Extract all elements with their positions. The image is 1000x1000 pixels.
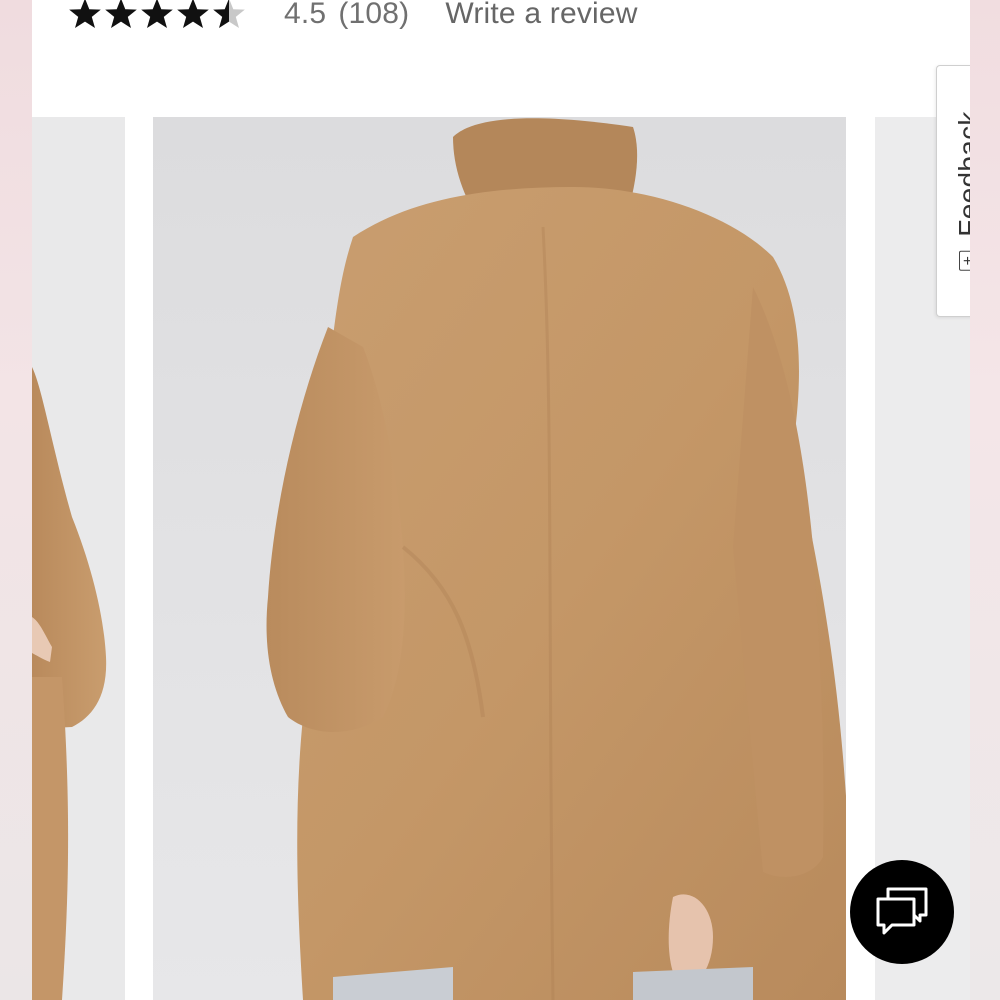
star-rating[interactable]: [68, 0, 248, 31]
feedback-tab[interactable]: + Feedback: [936, 65, 970, 317]
rating-value: 4.5: [284, 0, 327, 30]
coat-front-image: [32, 117, 125, 1000]
star-icon: [213, 0, 245, 28]
product-page: 4.5 (108) Write a review Feedback: [32, 0, 970, 1000]
star-icon: [141, 0, 173, 28]
chat-bubbles-icon: [876, 887, 928, 935]
star-icon: [105, 0, 137, 28]
carousel-prev-image[interactable]: [32, 117, 125, 1000]
left-edge-strip: [0, 0, 32, 1000]
right-edge-strip: [970, 0, 1000, 1000]
write-review-link[interactable]: Write a review: [445, 0, 637, 31]
carousel-main-image[interactable]: [153, 117, 846, 1000]
star-icon: [69, 0, 101, 28]
plus-box-icon: +: [959, 250, 970, 271]
chat-button[interactable]: [850, 860, 954, 964]
rating-row: 4.5 (108) Write a review: [68, 0, 638, 40]
feedback-label: Feedback: [953, 111, 970, 237]
star-icon: [177, 0, 209, 28]
review-count[interactable]: (108): [338, 0, 409, 31]
coat-back-image: [266, 118, 846, 1000]
